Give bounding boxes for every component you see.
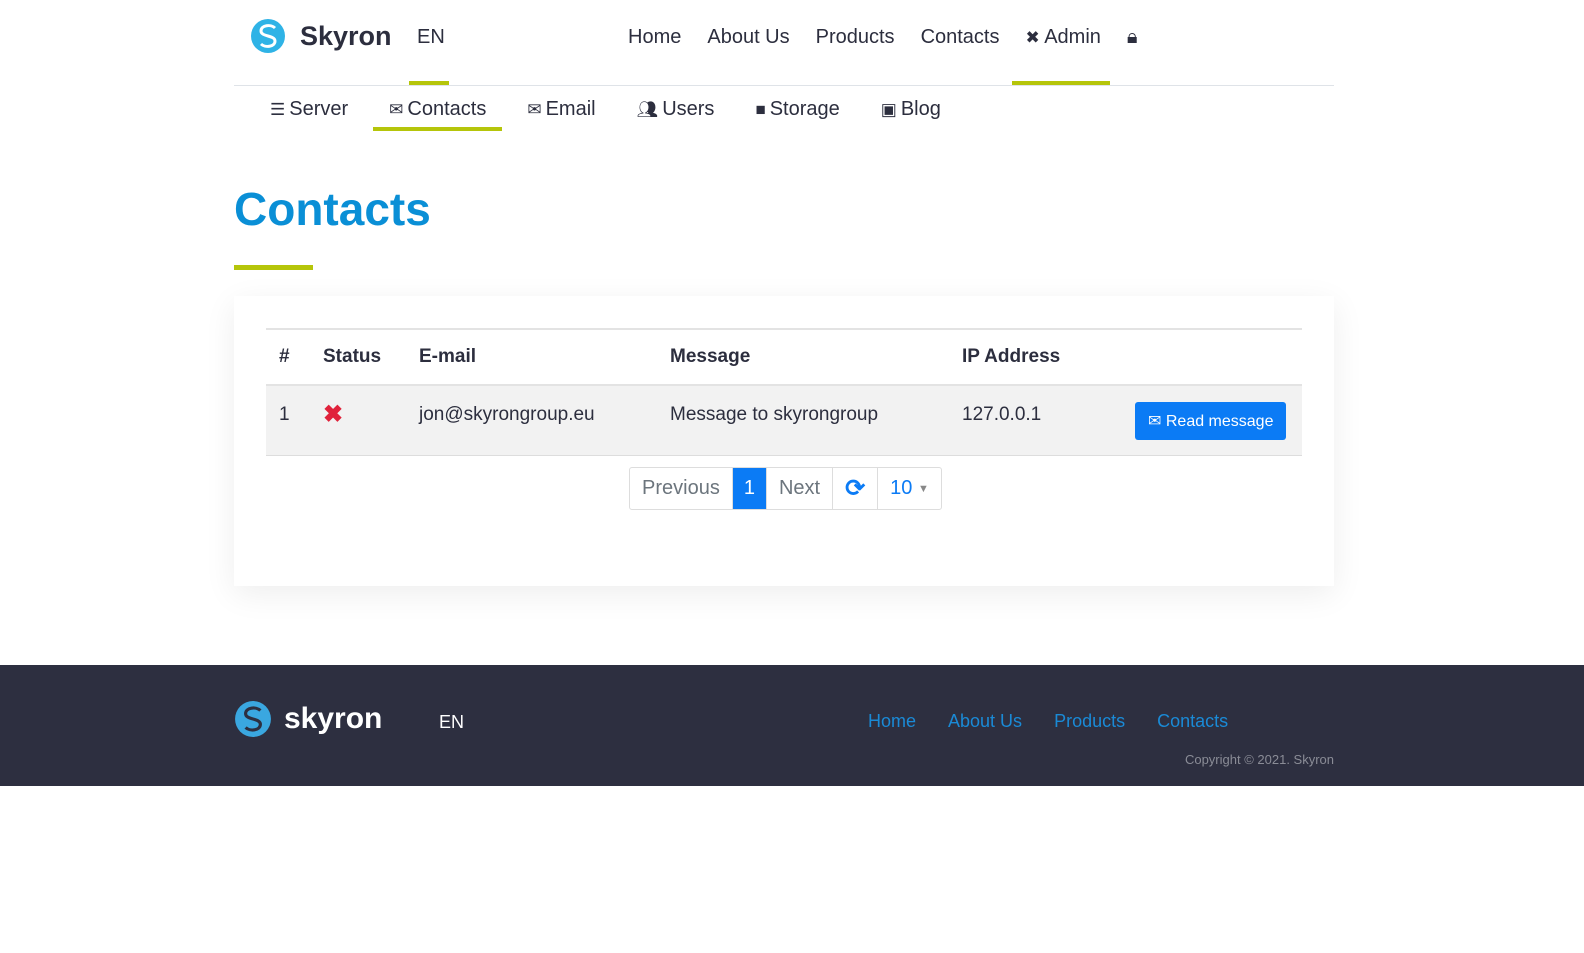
footer-nav-contacts[interactable]: Contacts xyxy=(1157,711,1228,732)
row-number: 1 xyxy=(266,385,310,456)
language-selector[interactable]: EN xyxy=(417,26,445,49)
footer-language[interactable]: EN xyxy=(439,712,464,733)
page-title: Contacts xyxy=(234,183,431,235)
top-navbar: Skyron EN Home About Us Products Contact… xyxy=(234,0,1334,86)
skyron-logo-icon xyxy=(235,701,271,737)
subnav-label: Email xyxy=(545,98,596,120)
contacts-card: # Status E-mail Message IP Address 1 ✖ j… xyxy=(234,296,1334,586)
nav-home[interactable]: Home xyxy=(628,26,681,49)
row-ip: 127.0.0.1 xyxy=(949,385,1122,456)
nav-products[interactable]: Products xyxy=(816,26,895,49)
footer-brand: skyron xyxy=(284,702,383,735)
col-message[interactable]: Message xyxy=(657,328,949,386)
logo[interactable]: Skyron xyxy=(250,18,392,54)
col-ip[interactable]: IP Address xyxy=(949,328,1122,386)
table-row: 1 ✖ jon@skyrongroup.eu Message to skyron… xyxy=(266,385,1302,456)
mail-bulk-icon: ✉ xyxy=(389,99,404,119)
envelope-icon: ✉ xyxy=(527,99,542,119)
envelope-open-icon: ✉ xyxy=(1148,413,1162,430)
skyron-logo-icon xyxy=(251,19,285,53)
subnav-email[interactable]: ✉ Email xyxy=(527,98,595,129)
copyright: Copyright © 2021. Skyron xyxy=(1184,752,1334,767)
page-size-value: 10 xyxy=(890,477,913,499)
brand-name: Skyron xyxy=(300,20,392,51)
col-email[interactable]: E-mail xyxy=(406,328,657,386)
pagination: Previous 1 Next ⟳ 10 ▼ xyxy=(629,467,942,510)
col-number[interactable]: # xyxy=(266,328,310,386)
subnav-label: Users xyxy=(662,98,715,120)
nav-contacts[interactable]: Contacts xyxy=(921,26,1000,49)
previous-button[interactable]: Previous xyxy=(630,468,733,509)
subnav-users[interactable]: 👥︎ Users xyxy=(637,98,715,129)
refresh-icon[interactable]: ⟳ xyxy=(833,468,879,509)
lang-indicator xyxy=(409,81,449,85)
subnav-blog[interactable]: ▣ Blog xyxy=(881,98,941,129)
box-icon: ■ xyxy=(755,99,766,119)
subnav-label: Contacts xyxy=(407,98,487,120)
tools-icon: ✖ xyxy=(1025,28,1040,47)
col-actions xyxy=(1122,328,1302,386)
read-message-button[interactable]: ✉ Read message xyxy=(1135,402,1287,440)
footer-nav-home[interactable]: Home xyxy=(868,711,916,732)
footer-nav-products[interactable]: Products xyxy=(1054,711,1125,732)
subnav-label: Blog xyxy=(900,98,941,120)
row-message: Message to skyrongroup xyxy=(657,385,949,456)
footer-nav-about-us[interactable]: About Us xyxy=(948,711,1022,732)
subnav-label: Server xyxy=(289,98,349,120)
subnav-label: Storage xyxy=(769,98,840,120)
nav-admin[interactable]: ✖ Admin xyxy=(1026,26,1101,49)
subnav-storage[interactable]: ■ Storage xyxy=(755,98,839,129)
admin-subnav: ☰ Server ✉ Contacts ✉ Email 👥︎ Users ■ Storag… xyxy=(270,98,982,131)
next-button[interactable]: Next xyxy=(767,468,834,509)
subnav-contacts[interactable]: ✉ Contacts xyxy=(373,98,503,131)
blogger-icon: ▣ xyxy=(880,99,897,119)
admin-active-indicator xyxy=(1012,81,1110,85)
read-message-label: Read message xyxy=(1165,413,1274,430)
users-icon: 👥︎ xyxy=(636,99,659,119)
contacts-table: # Status E-mail Message IP Address 1 ✖ j… xyxy=(266,328,1302,456)
caret-down-icon: ▼ xyxy=(917,482,929,495)
lock-icon[interactable]: 🔒︎ xyxy=(1127,26,1138,49)
title-underline xyxy=(234,265,313,270)
row-email: jon@skyrongroup.eu xyxy=(406,385,657,456)
footer-logo[interactable]: skyron xyxy=(234,699,382,739)
nav-about-us[interactable]: About Us xyxy=(707,26,789,49)
unread-x-icon: ✖ xyxy=(323,401,344,428)
subnav-server[interactable]: ☰ Server xyxy=(270,98,348,129)
nav-admin-label: Admin xyxy=(1044,26,1101,48)
col-status[interactable]: Status xyxy=(310,328,406,386)
page-1-button[interactable]: 1 xyxy=(732,468,767,509)
page-size-select[interactable]: 10 ▼ xyxy=(878,468,941,509)
server-icon: ☰ xyxy=(270,99,286,119)
footer: skyron EN Home About Us Products Contact… xyxy=(0,665,1584,786)
